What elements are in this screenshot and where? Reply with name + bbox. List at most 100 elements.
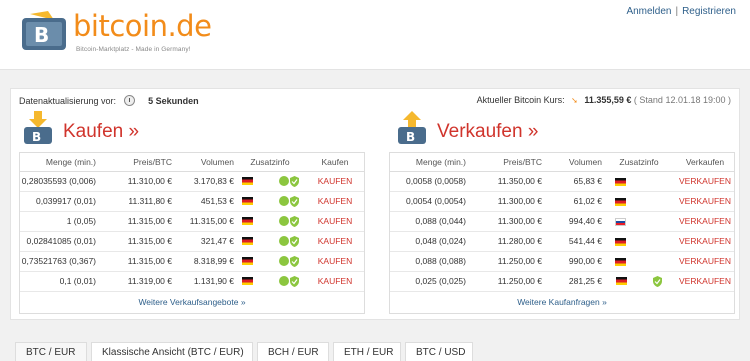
cell-zusatzinfo [602, 251, 676, 272]
verified-badge-icon[interactable] [278, 256, 289, 267]
buy-offers-table: Menge (min.) Preis/BTC Volumen Zusatzinf… [19, 152, 365, 314]
table-row: 0,0058 (0,0058) 11.350,00 € 65,83 € VERK… [390, 171, 734, 192]
account-links: Anmelden | Registrieren [626, 6, 736, 17]
cell-menge: 0,73521763 (0,367) [20, 251, 100, 272]
verified-badge-icon[interactable] [278, 276, 289, 287]
shield-icon[interactable] [289, 175, 299, 187]
sell-action-link[interactable]: VERKAUFEN [676, 211, 734, 232]
cell-zusatzinfo [602, 271, 676, 292]
cell-zusatzinfo [602, 191, 676, 212]
cell-volumen: 11.315,00 € [172, 211, 234, 232]
cell-menge: 0,1 (0,01) [20, 271, 100, 292]
clock-icon [123, 95, 135, 106]
cell-volumen: 8.318,99 € [172, 251, 234, 272]
cell-zusatzinfo [234, 191, 306, 212]
germany-flag-icon [241, 177, 253, 186]
cell-preis: 11.280,00 € [470, 231, 542, 252]
refresh-status: Datenaktualisierung vor: 5 Sekunden [19, 95, 199, 106]
table-row: 0,02841085 (0,01) 11.315,00 € 321,47 € K… [20, 231, 364, 252]
shield-icon[interactable] [289, 235, 299, 247]
column-header-verkaufen: Verkaufen [676, 153, 734, 172]
shield-icon[interactable] [289, 255, 299, 267]
cell-volumen: 1.131,90 € [172, 271, 234, 292]
table-row: 0,025 (0,025) 11.250,00 € 281,25 € VERKA… [390, 271, 734, 292]
cell-zusatzinfo [602, 231, 676, 252]
cell-zusatzinfo [234, 251, 306, 272]
table-row: 0,0054 (0,0054) 11.300,00 € 61,02 € VERK… [390, 191, 734, 212]
more-sell-offers-link[interactable]: Weitere Verkaufsangebote » [20, 292, 364, 307]
cell-menge: 0,088 (0,044) [390, 211, 470, 232]
cell-menge: 0,048 (0,024) [390, 231, 470, 252]
buy-action-link[interactable]: KAUFEN [306, 251, 364, 272]
cell-menge: 1 (0,05) [20, 211, 100, 232]
svg-text:B: B [34, 23, 49, 47]
cell-menge: 0,0058 (0,0058) [390, 171, 470, 192]
cell-zusatzinfo [602, 171, 676, 192]
cell-volumen: 281,25 € [542, 271, 602, 292]
shield-icon[interactable] [289, 275, 299, 287]
germany-flag-icon [241, 277, 253, 286]
tab-eth-eur[interactable]: ETH / EUR [333, 342, 401, 361]
column-header-preis[interactable]: Preis/BTC [470, 153, 542, 172]
verified-badge-icon[interactable] [278, 236, 289, 247]
rate-value: 11.355,59 € [584, 95, 632, 105]
column-header-zusatzinfo: Zusatzinfo [602, 153, 676, 172]
sell-action-link[interactable]: VERKAUFEN [676, 271, 734, 292]
column-header-volumen[interactable]: Volumen [542, 153, 602, 172]
cell-preis: 11.350,00 € [470, 171, 542, 192]
column-header-zusatzinfo: Zusatzinfo [234, 153, 306, 172]
buy-action-link[interactable]: KAUFEN [306, 271, 364, 292]
sell-action-link[interactable]: VERKAUFEN [676, 191, 734, 212]
brand-name[interactable]: bitcoin.de [73, 10, 212, 42]
buy-action-link[interactable]: KAUFEN [306, 191, 364, 212]
verified-badge-icon[interactable] [278, 216, 289, 227]
orderbook-panel: Datenaktualisierung vor: 5 Sekunden Aktu… [10, 88, 740, 320]
cell-menge: 0,0054 (0,0054) [390, 191, 470, 212]
buy-action-link[interactable]: KAUFEN [306, 171, 364, 192]
shield-icon[interactable] [653, 275, 662, 287]
link-separator: | [675, 6, 679, 17]
germany-flag-icon [615, 177, 626, 186]
shield-icon[interactable] [289, 195, 299, 207]
sell-action-link[interactable]: VERKAUFEN [676, 251, 734, 272]
cell-zusatzinfo [602, 211, 676, 232]
buy-action-link[interactable]: KAUFEN [306, 211, 364, 232]
cell-preis: 11.311,80 € [100, 191, 172, 212]
sell-action-link[interactable]: VERKAUFEN [676, 171, 734, 192]
buy-action-link[interactable]: KAUFEN [306, 231, 364, 252]
table-row: 0,1 (0,01) 11.319,00 € 1.131,90 € KAUFEN [20, 271, 364, 292]
sell-title-link[interactable]: Verkaufen » [437, 121, 538, 143]
shield-icon[interactable] [289, 215, 299, 227]
tab-btc-eur[interactable]: BTC / EUR [15, 342, 87, 361]
tab-btc-usd[interactable]: BTC / USD [405, 342, 473, 361]
sell-action-link[interactable]: VERKAUFEN [676, 231, 734, 252]
column-header-volumen[interactable]: Volumen [172, 153, 234, 172]
tab-bch-eur[interactable]: BCH / EUR [257, 342, 329, 361]
cell-zusatzinfo [234, 211, 306, 232]
buy-title-link[interactable]: Kaufen » [63, 121, 139, 143]
register-link[interactable]: Registrieren [682, 6, 736, 17]
germany-flag-icon [241, 217, 253, 226]
column-header-menge[interactable]: Menge (min.) [390, 153, 470, 172]
table-row: 0,088 (0,044) 11.300,00 € 994,40 € VERKA… [390, 211, 734, 232]
column-header-preis[interactable]: Preis/BTC [100, 153, 172, 172]
more-buy-requests-link[interactable]: Weitere Kaufanfragen » [390, 292, 734, 307]
verified-badge-icon[interactable] [278, 176, 289, 187]
germany-flag-icon [616, 277, 627, 286]
login-link[interactable]: Anmelden [626, 6, 671, 17]
table-row: 1 (0,05) 11.315,00 € 11.315,00 € KAUFEN [20, 211, 364, 232]
cell-zusatzinfo [234, 231, 306, 252]
buy-wallet-icon: B [24, 111, 52, 144]
tab-classic-view[interactable]: Klassische Ansicht (BTC / EUR) [91, 342, 253, 361]
cell-menge: 0,025 (0,025) [390, 271, 470, 292]
cell-zusatzinfo [234, 171, 306, 192]
cell-preis: 11.250,00 € [470, 271, 542, 292]
cell-volumen: 321,47 € [172, 231, 234, 252]
column-header-menge[interactable]: Menge (min.) [20, 153, 100, 172]
svg-text:B: B [406, 130, 415, 144]
verified-badge-icon[interactable] [278, 196, 289, 207]
cell-preis: 11.315,00 € [100, 231, 172, 252]
cell-volumen: 541,44 € [542, 231, 602, 252]
bitcoin-wallet-logo-icon[interactable]: B [20, 10, 70, 52]
bitcoin-rate: Aktueller Bitcoin Kurs: ➘ 11.355,59 € ( … [477, 95, 731, 105]
